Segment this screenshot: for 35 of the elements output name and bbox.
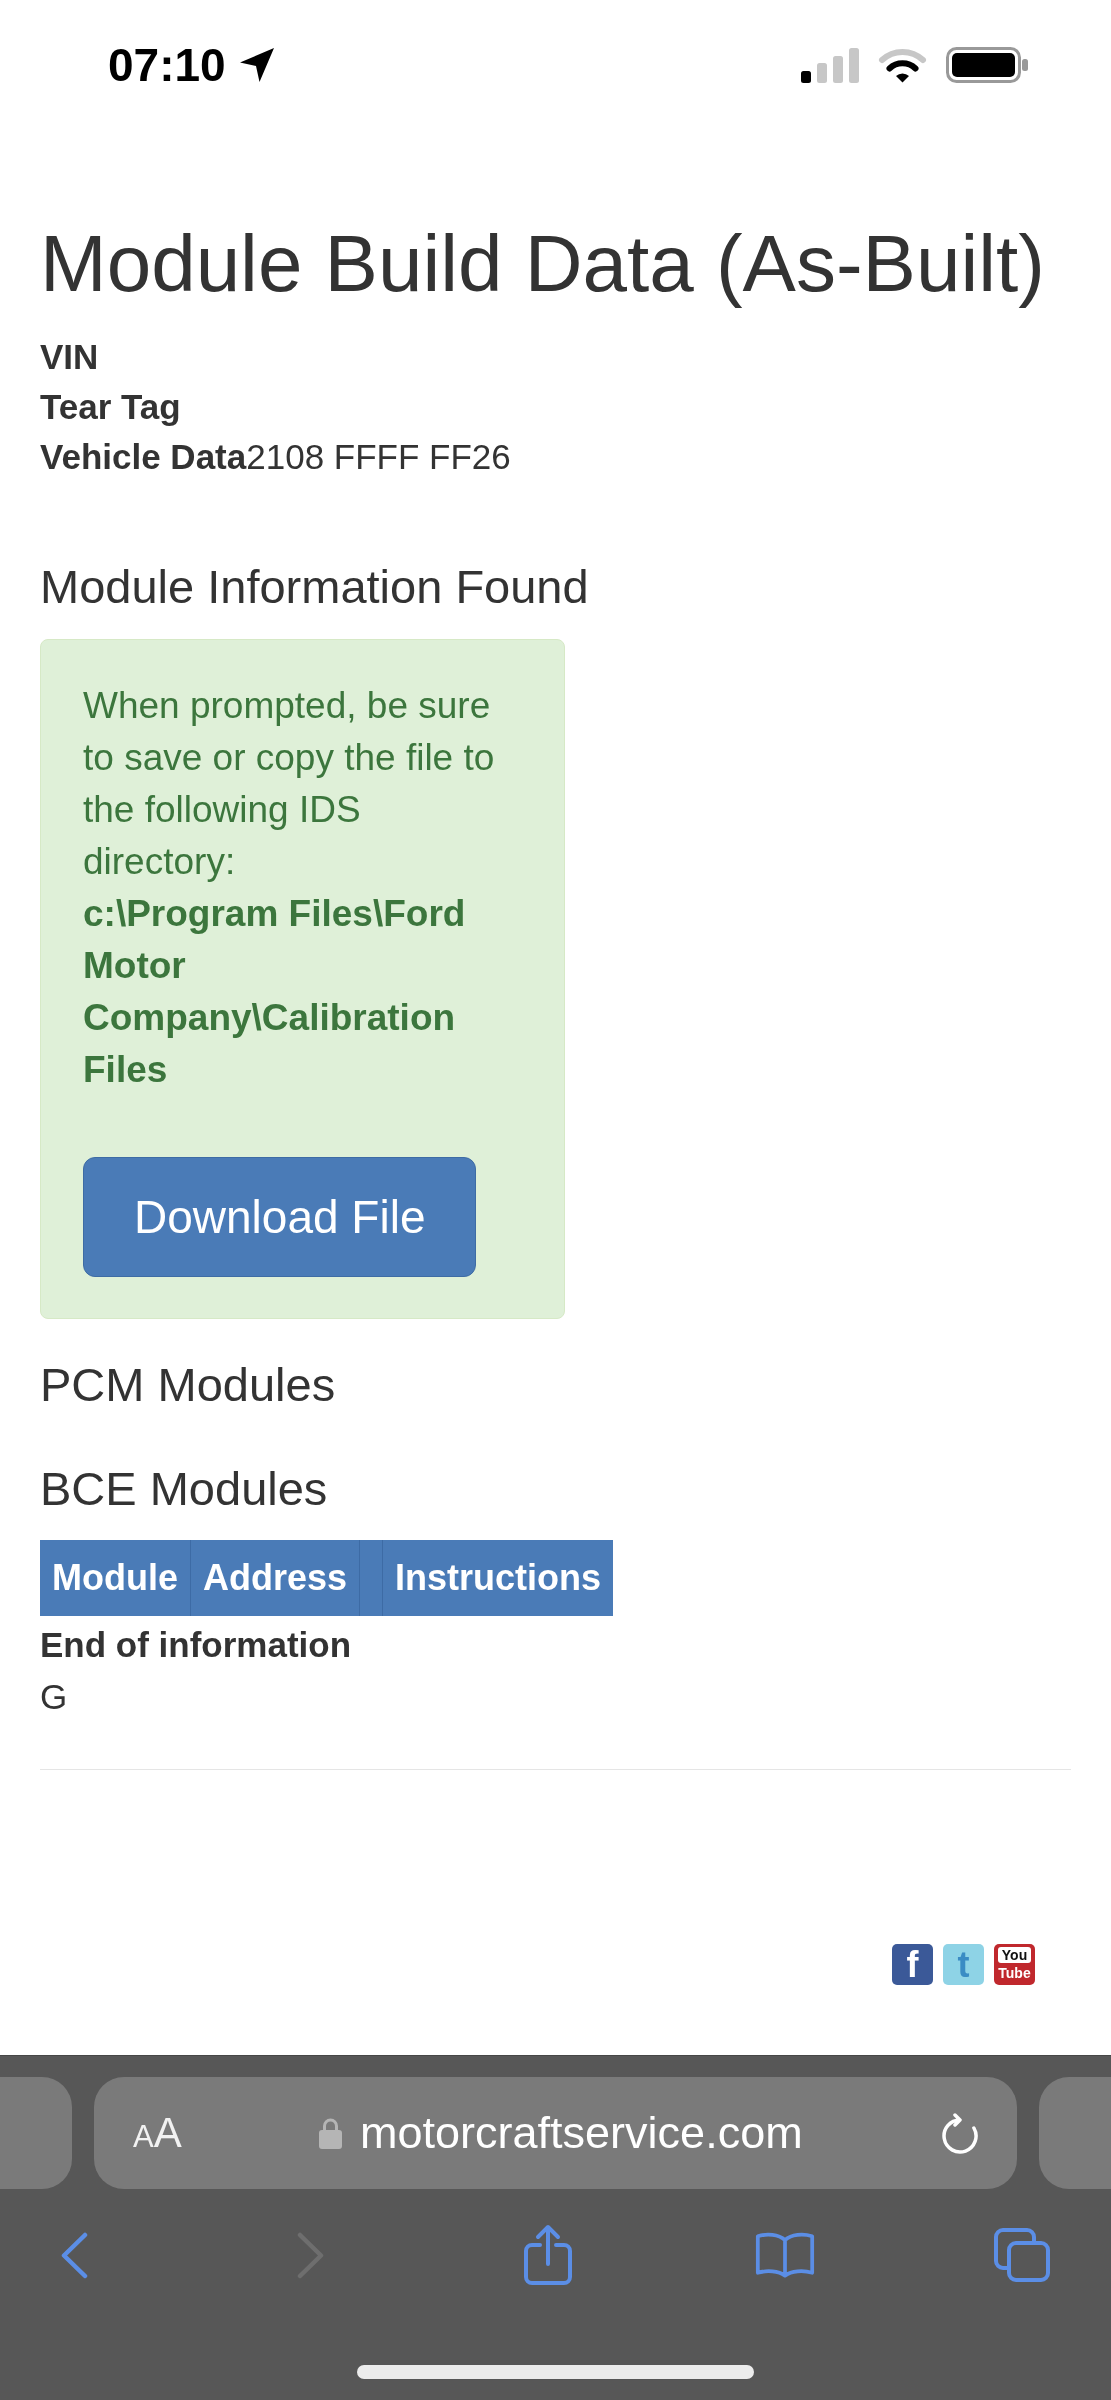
tab-preview[interactable]: [0, 2077, 72, 2189]
address-bar[interactable]: AA motorcraftservice.com: [94, 2077, 1017, 2189]
page-text: G: [40, 1676, 68, 1718]
column-header: Address: [191, 1540, 361, 1616]
two-squares-icon[interactable]: [993, 2227, 1051, 2283]
battery-icon: [946, 47, 1028, 83]
social-link[interactable]: You Tube: [994, 1944, 1035, 1985]
signal-icon: [801, 47, 859, 83]
field-value: 2108 FFFF FF26: [246, 437, 511, 476]
column-header: Module: [40, 1540, 191, 1616]
notice-message: When prompted, be sure to save or copy the file to the following IDS directory:: [83, 684, 496, 884]
location-arrow-icon: [238, 47, 275, 83]
lock-icon: [319, 2117, 343, 2149]
chevron-left-icon[interactable]: [59, 2231, 89, 2279]
reader-button[interactable]: AA: [133, 2112, 182, 2154]
wifi-icon: [878, 47, 927, 83]
end-note: End of information: [40, 1624, 352, 1666]
download-button[interactable]: Download File: [83, 1157, 477, 1277]
clock-time: 07:10: [108, 42, 226, 88]
open-book-icon[interactable]: [755, 2230, 815, 2280]
url-text: motorcraftservice.com: [360, 2108, 803, 2158]
section-heading: BCE Modules: [40, 1461, 328, 1517]
section-heading: PCM Modules: [40, 1357, 336, 1413]
page-title: Module Build Data (As-Built): [40, 220, 1045, 308]
share-icon[interactable]: [523, 2224, 573, 2286]
directory-path: c:\Program Files\Ford Motor Company\Calibration Files: [83, 892, 467, 1092]
field-label: Vehicle Data: [40, 437, 247, 476]
field-label: Tear Tag: [40, 387, 181, 426]
column-header: Instructions: [394, 1556, 603, 1600]
field-label: VIN: [40, 337, 99, 376]
section-heading: Module Information Found: [40, 559, 589, 615]
reload-icon[interactable]: [940, 2111, 980, 2155]
social-link[interactable]: f: [892, 1944, 933, 1985]
social-link[interactable]: t: [943, 1944, 984, 1985]
tab-preview[interactable]: [1039, 2077, 1111, 2189]
